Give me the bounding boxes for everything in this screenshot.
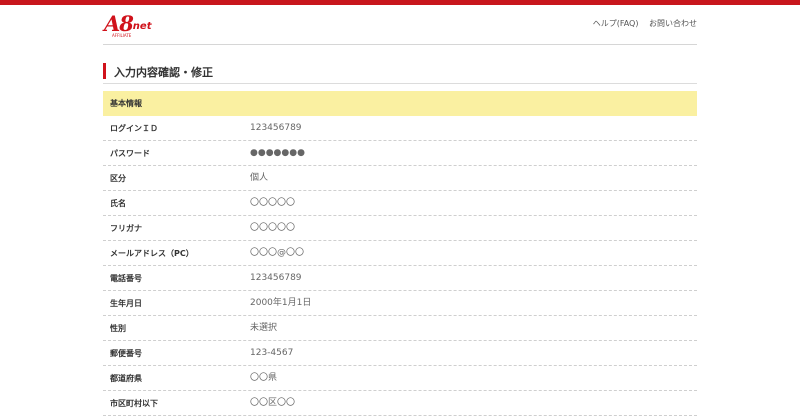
row-label: メールアドレス（PC） [110,249,194,258]
page: A8 .net AFFILIATE ヘルプ(FAQ) お問い合わせ 入力内容確認… [0,5,800,420]
row-label: 郵便番号 [110,349,142,358]
basic-info-table: 基本情報 ログインＩＤ 123456789 パスワード ●●●●●●● 区分 個人 氏名 〇〇… [103,91,697,416]
row-value: 〇〇〇@〇〇 [250,248,305,258]
info-row: 区分 個人 [103,166,697,191]
row-label: パスワード [110,149,150,158]
info-row: 都道府県 〇〇県 [103,366,697,391]
info-row: 郵便番号 123-4567 [103,341,697,366]
row-label: 電話番号 [110,274,142,283]
row-label: 都道府県 [110,374,142,383]
row-value: 123-4567 [250,348,294,358]
header: A8 .net AFFILIATE ヘルプ(FAQ) お問い合わせ [103,5,697,45]
row-value: 未選択 [250,323,278,333]
row-label: 区分 [110,174,126,183]
info-row: 生年月日 2000年1月1日 [103,291,697,316]
info-row: パスワード ●●●●●●● [103,141,697,166]
logo-tagline: AFFILIATE [112,33,132,38]
info-row: 市区町村以下 〇〇区〇〇 [103,391,697,416]
row-value: 〇〇〇〇〇 [250,223,296,233]
row-label: 生年月日 [110,299,142,308]
title-accent [103,63,106,79]
info-row: 電話番号 123456789 [103,266,697,291]
info-row: 性別 未選択 [103,316,697,341]
row-value: 個人 [250,173,269,183]
page-title: 入力内容確認・修正 [114,66,213,79]
page-title-area: 入力内容確認・修正 [103,61,697,84]
row-value: 123456789 [250,123,302,133]
row-label: 氏名 [110,199,126,208]
row-value: 〇〇県 [250,373,278,383]
row-label: フリガナ [110,224,142,233]
row-value: ●●●●●●● [250,148,305,158]
header-links: ヘルプ(FAQ) お問い合わせ [585,18,697,29]
contact-link[interactable]: お問い合わせ [649,19,697,28]
logo-suffix: .net [129,21,152,32]
row-value: 〇〇区〇〇 [250,398,296,408]
row-label: 市区町村以下 [110,399,158,408]
info-row: 氏名 〇〇〇〇〇 [103,191,697,216]
info-row: ログインＩＤ 123456789 [103,116,697,141]
info-row: フリガナ 〇〇〇〇〇 [103,216,697,241]
row-value: 2000年1月1日 [250,298,312,308]
a8-logo[interactable]: A8 .net AFFILIATE [104,11,164,41]
row-value: 123456789 [250,273,302,283]
info-row: メールアドレス（PC） 〇〇〇@〇〇 [103,241,697,266]
row-value: 〇〇〇〇〇 [250,198,296,208]
help-faq-link[interactable]: ヘルプ(FAQ) [593,19,639,28]
section-header: 基本情報 [103,91,697,116]
row-label: 性別 [110,324,126,333]
row-label: ログインＩＤ [110,124,158,133]
